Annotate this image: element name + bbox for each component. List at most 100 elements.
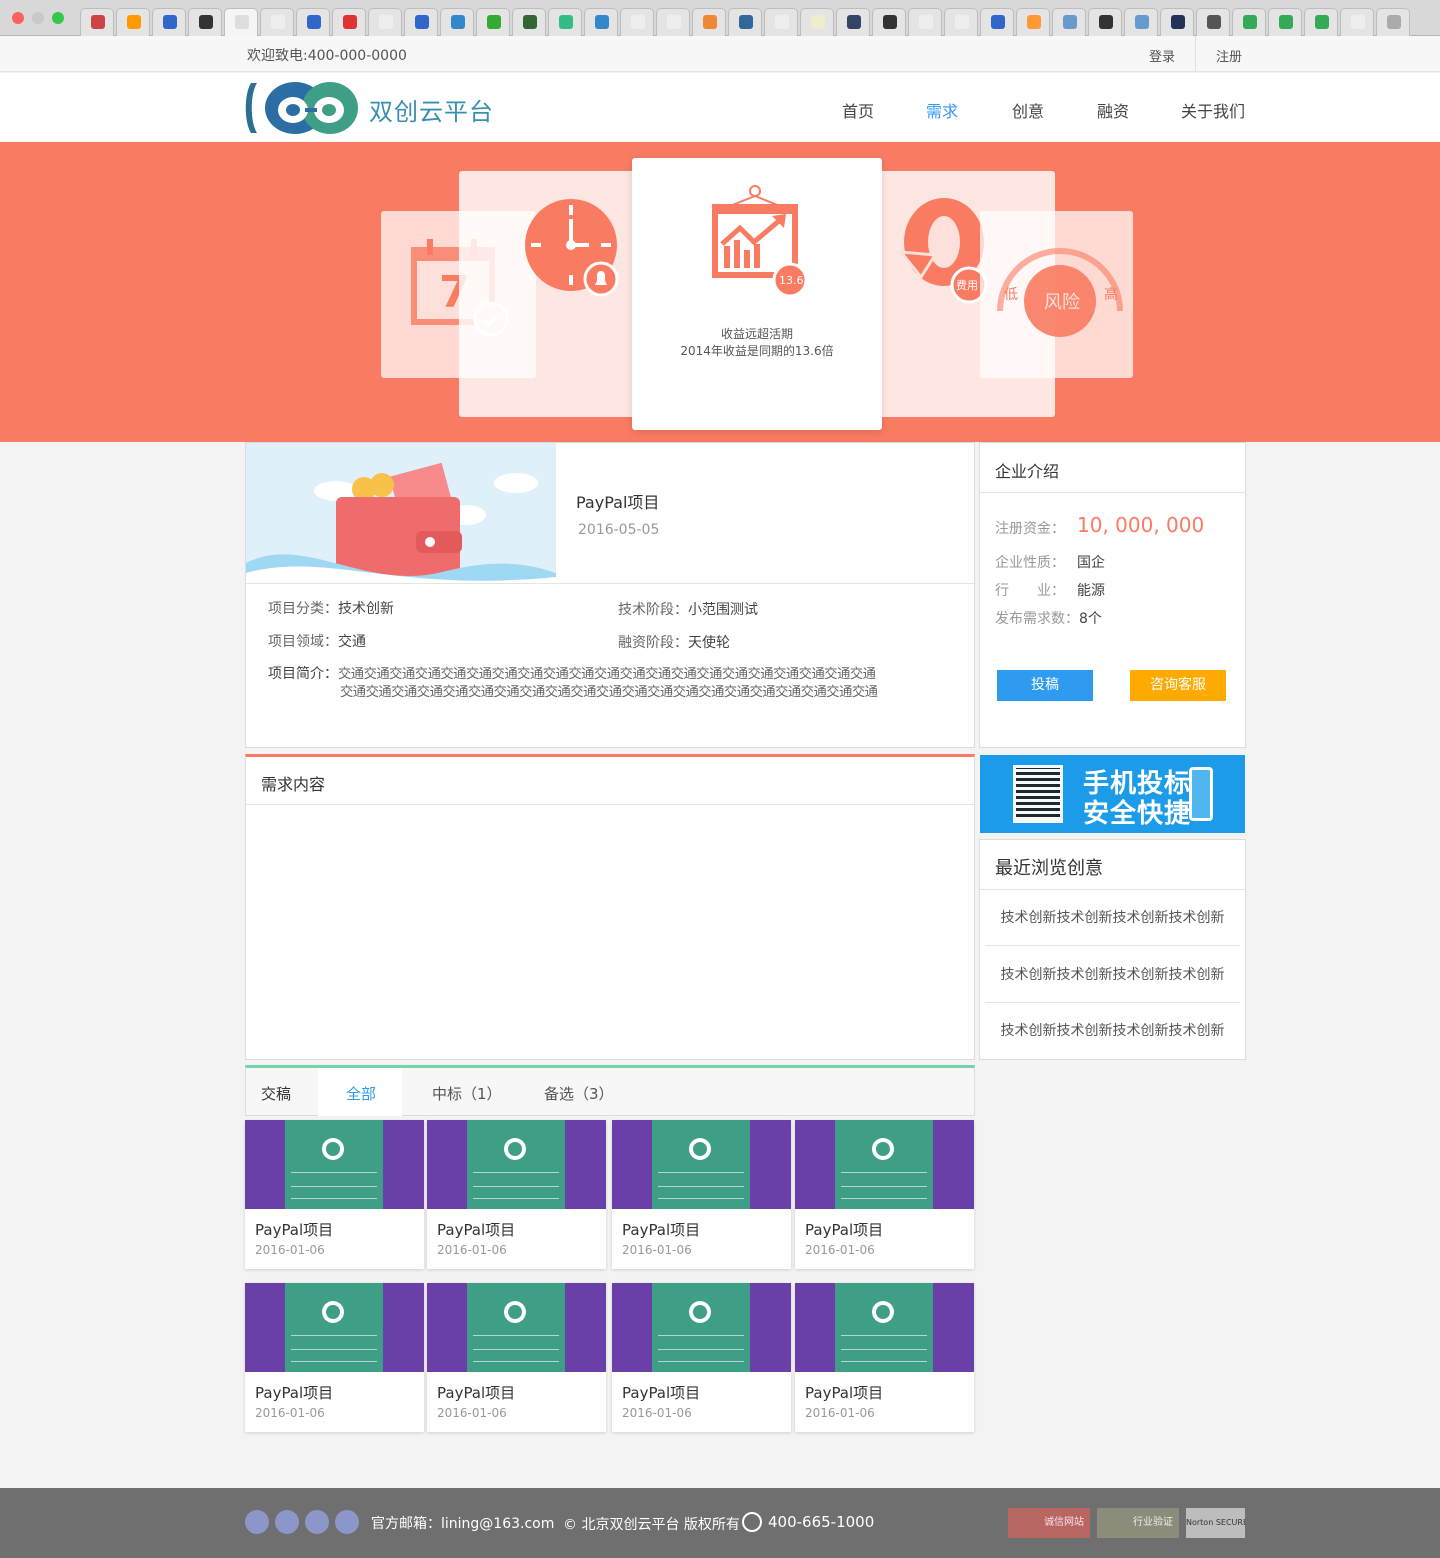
browser-tab[interactable]	[1268, 8, 1302, 36]
browser-tab[interactable]	[80, 8, 114, 36]
browser-tab[interactable]	[584, 8, 618, 36]
trust-badge-norton[interactable]: Norton SECURED	[1186, 1508, 1245, 1538]
browser-tab[interactable]	[980, 8, 1014, 36]
browser-tab[interactable]	[620, 8, 654, 36]
browser-tab[interactable]	[1340, 8, 1374, 36]
fee-badge: 费用	[956, 279, 978, 292]
submission-thumbnail	[795, 1120, 974, 1209]
tab-all-label[interactable]: 全部	[346, 1083, 376, 1104]
browser-tab[interactable]	[512, 8, 546, 36]
android-icon[interactable]	[335, 1510, 359, 1534]
browser-tab[interactable]	[1160, 8, 1194, 36]
project-intro-label: 项目简介：	[268, 666, 338, 682]
carousel-active-desc: 2014年收益是同期的13.6倍	[680, 344, 834, 358]
browser-tab[interactable]	[116, 8, 150, 36]
submission-thumbnail	[612, 1283, 791, 1372]
wechat-icon[interactable]	[245, 1510, 269, 1534]
browser-tab[interactable]	[1016, 8, 1050, 36]
browser-tab[interactable]	[1052, 8, 1086, 36]
tab-alternate[interactable]: 备选（3）	[544, 1083, 614, 1104]
browser-tab[interactable]	[908, 8, 942, 36]
login-link[interactable]: 登录	[1149, 46, 1175, 65]
trust-badge-industry[interactable]: 行业验证	[1097, 1508, 1179, 1538]
submission-card[interactable]: PayPal项目 2016-01-06	[795, 1120, 974, 1269]
register-link[interactable]: 注册	[1216, 46, 1242, 65]
submission-card[interactable]: PayPal项目 2016-01-06	[427, 1283, 606, 1432]
browser-tab[interactable]	[188, 8, 222, 36]
recent-ideas-title: 最近浏览创意	[995, 858, 1103, 879]
tab-favicon-icon	[451, 15, 465, 29]
demand-content-panel: 需求内容	[245, 754, 975, 1060]
browser-tab[interactable]	[764, 8, 798, 36]
submission-card[interactable]: PayPal项目 2016-01-06	[795, 1283, 974, 1432]
browser-tab[interactable]	[1088, 8, 1122, 36]
browser-tab[interactable]	[152, 8, 186, 36]
browser-tab[interactable]	[1376, 8, 1410, 36]
browser-tab[interactable]	[548, 8, 582, 36]
nav-demand[interactable]: 需求	[926, 98, 958, 122]
browser-tab[interactable]	[260, 8, 294, 36]
maximize-window-button[interactable]	[52, 12, 64, 24]
browser-tab[interactable]	[800, 8, 834, 36]
tab-winning[interactable]: 中标（1）	[432, 1083, 502, 1104]
nav-financing[interactable]: 融资	[1097, 98, 1129, 122]
tab-favicon-icon	[667, 15, 681, 29]
browser-tab[interactable]	[836, 8, 870, 36]
tab-favicon-icon	[235, 15, 249, 29]
browser-tab[interactable]	[656, 8, 690, 36]
browser-tab[interactable]	[1304, 8, 1338, 36]
tab-favicon-icon	[271, 15, 285, 29]
industry-value: 能源	[1077, 583, 1105, 599]
browser-tab[interactable]	[1196, 8, 1230, 36]
carousel-card-risk[interactable]: 风险 低 高	[980, 211, 1133, 378]
recent-idea-item[interactable]: 技术创新技术创新技术创新技术创新	[985, 890, 1240, 946]
browser-tab[interactable]	[1232, 8, 1266, 36]
browser-tab[interactable]	[1124, 8, 1158, 36]
browser-tab[interactable]	[944, 8, 978, 36]
browser-tab[interactable]	[872, 8, 906, 36]
tab-favicon-icon	[991, 15, 1005, 29]
carousel-card-active[interactable]: 13.6 收益远超活期 2014年收益是同期的13.6倍	[632, 158, 882, 430]
consult-button[interactable]: 咨询客服	[1130, 670, 1226, 701]
trust-badge-credit[interactable]: 诚信网站	[1008, 1508, 1090, 1538]
tab-favicon-icon	[307, 15, 321, 29]
submission-card[interactable]: PayPal项目 2016-01-06	[245, 1283, 424, 1432]
tab-favicon-icon	[883, 15, 897, 29]
recent-idea-item[interactable]: 技术创新技术创新技术创新技术创新	[985, 947, 1240, 1003]
close-window-button[interactable]	[12, 12, 24, 24]
submission-card[interactable]: PayPal项目 2016-01-06	[612, 1283, 791, 1432]
demands-label: 发布需求数：	[995, 611, 1079, 627]
carousel-card-clock[interactable]	[459, 171, 635, 417]
submit-button[interactable]: 投稿	[997, 670, 1093, 701]
browser-tab[interactable]	[296, 8, 330, 36]
nav-ideas[interactable]: 创意	[1012, 98, 1044, 122]
site-logo[interactable]	[245, 80, 361, 136]
browser-tab[interactable]	[692, 8, 726, 36]
browser-tab[interactable]	[332, 8, 366, 36]
submissions-title: 交稿	[261, 1085, 292, 1103]
recent-idea-item[interactable]: 技术创新技术创新技术创新技术创新	[985, 1003, 1240, 1059]
demand-content-title: 需求内容	[261, 775, 326, 794]
browser-tab[interactable]	[728, 8, 762, 36]
mobile-bid-banner[interactable]: 手机投标 安全快捷	[980, 755, 1245, 833]
submission-thumbnail	[795, 1283, 974, 1372]
browser-tab[interactable]	[404, 8, 438, 36]
browser-tab[interactable]	[476, 8, 510, 36]
weibo-icon[interactable]	[275, 1510, 299, 1534]
submission-card[interactable]: PayPal项目 2016-01-06	[427, 1120, 606, 1269]
submission-card[interactable]: PayPal项目 2016-01-06	[245, 1120, 424, 1269]
minimize-window-button[interactable]	[32, 12, 44, 24]
browser-tab[interactable]	[440, 8, 474, 36]
submission-card[interactable]: PayPal项目 2016-01-06	[612, 1120, 791, 1269]
company-intro-panel: 企业介绍 注册资金： 10, 000, 000 企业性质： 国企 行 业： 能源…	[979, 442, 1246, 748]
tab-favicon-icon	[487, 15, 501, 29]
apple-icon[interactable]	[305, 1510, 329, 1534]
risk-gauge-icon: 风险 低 高	[997, 248, 1123, 337]
browser-tab[interactable]	[368, 8, 402, 36]
nav-home[interactable]: 首页	[842, 98, 874, 122]
browser-tab[interactable]	[224, 8, 258, 36]
footer-phone: 400-665-1000	[768, 1513, 875, 1531]
submission-date: 2016-01-06	[622, 1406, 692, 1420]
project-date: 2016-05-05	[578, 522, 660, 538]
nav-about[interactable]: 关于我们	[1181, 98, 1245, 122]
